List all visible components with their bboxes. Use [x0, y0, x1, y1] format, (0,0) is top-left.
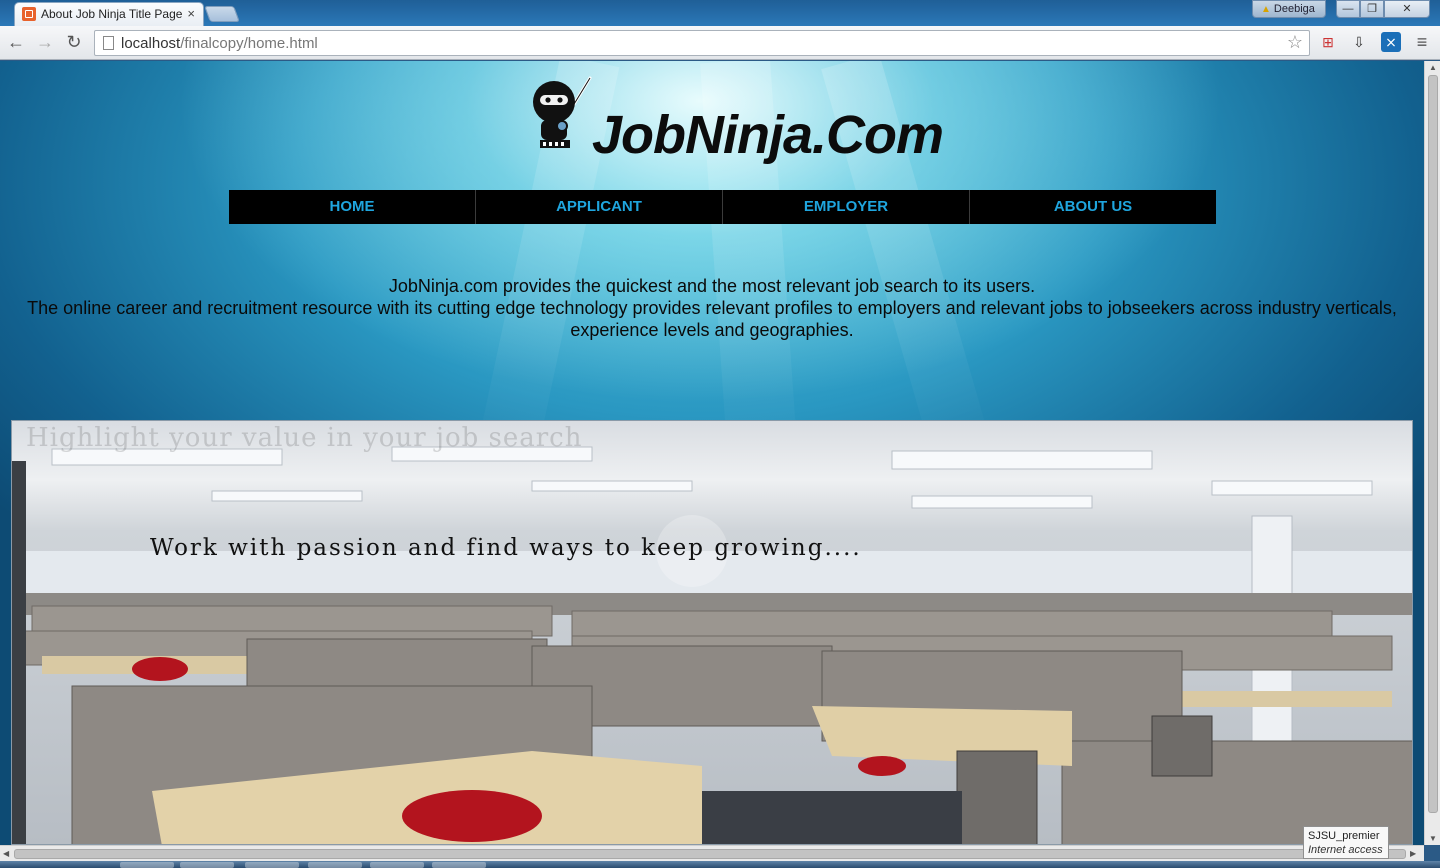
intro-line-3: experience levels and geographies.: [570, 320, 854, 340]
taskbar-button[interactable]: [370, 862, 424, 868]
taskbar-button[interactable]: [308, 862, 362, 868]
reload-icon[interactable]: ↻: [63, 31, 85, 53]
browser-tab[interactable]: About Job Ninja Title Page ×: [14, 2, 204, 26]
network-name: SJSU_premier: [1308, 830, 1380, 842]
intro-line-2: The online career and recruitment resour…: [27, 298, 1397, 318]
scroll-left-icon[interactable]: ◀: [3, 849, 9, 858]
browser-tab-strip: About Job Ninja Title Page × ▲ Deebiga — …: [0, 0, 1440, 26]
app-extension-icon[interactable]: ⨯: [1381, 32, 1401, 52]
download-extension-icon[interactable]: ⇩: [1349, 32, 1369, 52]
network-tooltip: SJSU_premier Internet access: [1303, 826, 1389, 859]
scroll-right-icon[interactable]: ▶: [1410, 849, 1416, 858]
browser-toolbar: ← → ↻ localhost/finalcopy/home.html ☆ ⊞ …: [0, 26, 1440, 60]
intro-line-1: JobNinja.com provides the quickest and t…: [388, 276, 1036, 296]
nav-employer[interactable]: EMPLOYER: [723, 190, 970, 224]
scroll-up-icon[interactable]: ▲: [1429, 63, 1437, 72]
url-text: localhost/finalcopy/home.html: [121, 35, 318, 52]
taskbar-button[interactable]: [120, 862, 174, 868]
os-taskbar: [0, 861, 1440, 868]
forward-icon[interactable]: →: [34, 31, 56, 53]
scroll-down-icon[interactable]: ▼: [1429, 834, 1437, 843]
url-host: localhost: [121, 35, 181, 52]
minimize-button[interactable]: —: [1336, 0, 1360, 18]
main-nav: HOME APPLICANT EMPLOYER ABOUT US: [229, 190, 1216, 224]
hero-watermark: Highlight your value in your job search: [26, 423, 583, 453]
menu-icon[interactable]: ≡: [1412, 32, 1432, 52]
window-close-button[interactable]: ✕: [1384, 0, 1430, 18]
nav-home[interactable]: HOME: [229, 190, 476, 224]
taskbar-button[interactable]: [245, 862, 299, 868]
horizontal-scrollbar[interactable]: ◀ ▶: [0, 845, 1424, 861]
horizontal-scroll-thumb[interactable]: [14, 849, 1406, 859]
nav-about-us[interactable]: ABOUT US: [970, 190, 1216, 224]
office-cubicles-illustration: [12, 446, 1412, 844]
tab-favicon-icon: [22, 7, 36, 21]
bookmark-star-icon[interactable]: ☆: [1287, 32, 1303, 53]
taskbar-button[interactable]: [432, 862, 486, 868]
page-viewport: JobNinja.Com HOME APPLICANT EMPLOYER ABO…: [0, 61, 1424, 845]
brand-name: JobNinja.Com: [592, 105, 944, 165]
pdf-extension-icon[interactable]: ⊞: [1318, 32, 1338, 52]
new-tab-button[interactable]: [204, 6, 240, 22]
address-bar[interactable]: localhost/finalcopy/home.html ☆: [94, 30, 1310, 56]
intro-text: JobNinja.com provides the quickest and t…: [0, 275, 1424, 341]
ninja-mascot-icon: [533, 76, 592, 148]
warning-icon: ▲: [1261, 4, 1271, 15]
maximize-button[interactable]: ❐: [1360, 0, 1384, 18]
nav-applicant[interactable]: APPLICANT: [476, 190, 723, 224]
tab-title: About Job Ninja Title Page: [41, 7, 183, 21]
url-path: /finalcopy/home.html: [180, 35, 318, 52]
profile-name: Deebiga: [1273, 3, 1315, 15]
profile-badge[interactable]: ▲ Deebiga: [1252, 0, 1326, 18]
hero-office-image: Highlight your value in your job search …: [11, 420, 1413, 845]
vertical-scrollbar[interactable]: ▲ ▼: [1424, 61, 1440, 845]
tab-close-icon[interactable]: ×: [187, 6, 195, 21]
hero-tagline: Work with passion and find ways to keep …: [150, 535, 862, 561]
back-icon[interactable]: ←: [5, 31, 27, 53]
taskbar-button[interactable]: [180, 862, 234, 868]
page-icon: [103, 36, 114, 50]
vertical-scroll-thumb[interactable]: [1428, 75, 1438, 813]
network-state: Internet access: [1308, 844, 1383, 856]
site-logo[interactable]: JobNinja.Com: [532, 76, 952, 176]
